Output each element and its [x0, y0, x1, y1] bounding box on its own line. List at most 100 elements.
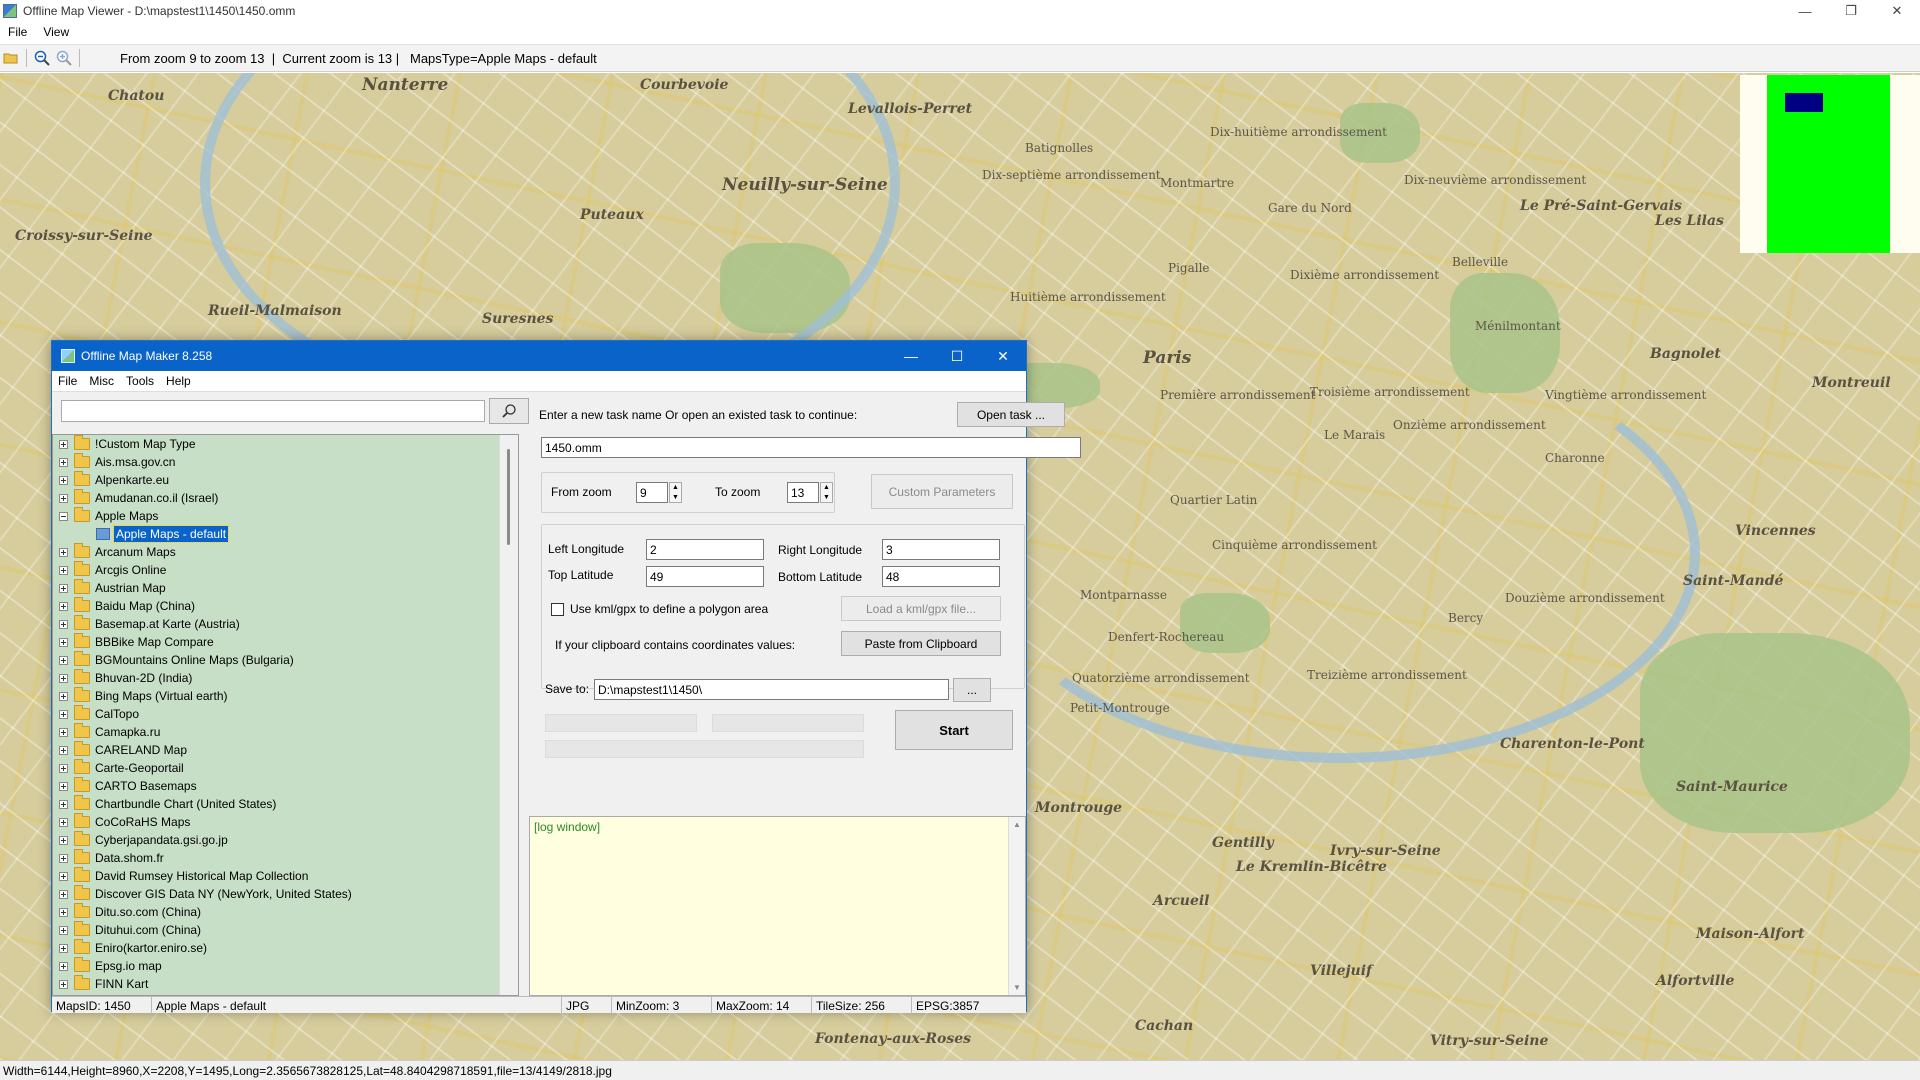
dialog-menu-tools[interactable]: Tools [120, 374, 160, 388]
expand-icon[interactable] [59, 547, 68, 557]
from-zoom-stepper[interactable]: ▲ ▼ [669, 482, 682, 503]
tree-item[interactable]: Bhuvan-2D (India) [53, 669, 518, 687]
tree-item[interactable]: Eniro(kartor.eniro.se) [53, 939, 518, 957]
log-window[interactable]: [log window] ▲ ▼ [529, 816, 1026, 996]
expand-icon[interactable] [59, 673, 68, 683]
open-folder-button[interactable] [0, 47, 22, 69]
expand-icon[interactable] [59, 745, 68, 755]
tree-item[interactable]: CARELAND Map [53, 741, 518, 759]
tree-item[interactable]: CoCoRaHS Maps [53, 813, 518, 831]
tree-item[interactable]: Ditu.so.com (China) [53, 903, 518, 921]
expand-icon[interactable] [59, 799, 68, 809]
expand-icon[interactable] [59, 655, 68, 665]
expand-icon[interactable] [59, 889, 68, 899]
expand-icon[interactable] [59, 727, 68, 737]
expand-icon[interactable] [59, 583, 68, 593]
dialog-menu-misc[interactable]: Misc [83, 374, 120, 388]
left-longitude-input[interactable] [646, 539, 764, 560]
tree-item[interactable]: Carte-Geoportail [53, 759, 518, 777]
tree-item[interactable]: Data.shom.fr [53, 849, 518, 867]
expand-icon[interactable] [59, 781, 68, 791]
tree-item[interactable]: FINN Kart [53, 975, 518, 993]
tree-item[interactable]: David Rumsey Historical Map Collection [53, 867, 518, 885]
menu-file[interactable]: File [0, 25, 35, 39]
log-scrollbar[interactable]: ▲ ▼ [1008, 817, 1025, 995]
tree-item[interactable]: Camapka.ru [53, 723, 518, 741]
overview-minimap[interactable] [1740, 75, 1920, 253]
minimap-viewport[interactable] [1785, 93, 1823, 112]
tree-item[interactable]: Austrian Map [53, 579, 518, 597]
scroll-down-icon[interactable]: ▼ [1013, 983, 1021, 992]
tree-scroll-thumb[interactable] [507, 449, 510, 545]
expand-icon[interactable] [59, 619, 68, 629]
dialog-menu-help[interactable]: Help [160, 374, 197, 388]
tree-item[interactable]: !Custom Map Type [53, 435, 518, 453]
map-search-button[interactable] [489, 398, 529, 424]
map-search-input[interactable] [61, 400, 485, 422]
tree-scrollbar[interactable] [499, 435, 518, 995]
collapse-icon[interactable] [59, 511, 68, 521]
task-name-input[interactable] [541, 437, 1081, 458]
tree-item[interactable]: BGMountains Online Maps (Bulgaria) [53, 651, 518, 669]
zoom-in-button[interactable] [53, 47, 75, 69]
expand-icon[interactable] [59, 457, 68, 467]
expand-icon[interactable] [59, 763, 68, 773]
scroll-up-icon[interactable]: ▲ [1013, 820, 1021, 829]
tree-item[interactable]: Amudanan.co.il (Israel) [53, 489, 518, 507]
tree-item[interactable]: Apple Maps - default [53, 525, 518, 543]
dialog-close-button[interactable]: ✕ [980, 341, 1026, 371]
tree-item[interactable]: Bing Maps (Virtual earth) [53, 687, 518, 705]
open-task-button[interactable]: Open task ... [957, 402, 1065, 427]
tree-item[interactable]: Baidu Map (China) [53, 597, 518, 615]
expand-icon[interactable] [59, 907, 68, 917]
expand-icon[interactable] [59, 925, 68, 935]
expand-icon[interactable] [59, 835, 68, 845]
to-zoom-input[interactable] [787, 482, 819, 503]
load-kml-button[interactable]: Load a kml/gpx file... [841, 596, 1001, 621]
expand-icon[interactable] [59, 943, 68, 953]
maximize-button[interactable]: ❐ [1828, 0, 1874, 22]
to-zoom-stepper[interactable]: ▲ ▼ [820, 482, 833, 503]
tree-item[interactable]: Chartbundle Chart (United States) [53, 795, 518, 813]
expand-icon[interactable] [59, 439, 68, 449]
expand-icon[interactable] [59, 961, 68, 971]
minimize-button[interactable]: — [1782, 0, 1828, 22]
from-zoom-input[interactable] [636, 482, 668, 503]
dialog-maximize-button[interactable]: ☐ [934, 341, 980, 371]
tree-item[interactable]: Arcgis Online [53, 561, 518, 579]
custom-parameters-button[interactable]: Custom Parameters [871, 474, 1013, 509]
expand-icon[interactable] [59, 871, 68, 881]
tree-item[interactable]: CalTopo [53, 705, 518, 723]
tree-item[interactable]: BBBike Map Compare [53, 633, 518, 651]
tree-item[interactable]: Apple Maps [53, 507, 518, 525]
tree-item[interactable]: Basemap.at Karte (Austria) [53, 615, 518, 633]
bottom-latitude-input[interactable] [882, 566, 1000, 587]
tree-item[interactable]: Epsg.io map [53, 957, 518, 975]
zoom-out-button[interactable] [31, 47, 53, 69]
tree-item[interactable]: Ais.msa.gov.cn [53, 453, 518, 471]
top-latitude-input[interactable] [646, 566, 764, 587]
menu-view[interactable]: View [35, 25, 77, 39]
expand-icon[interactable] [59, 475, 68, 485]
expand-icon[interactable] [59, 691, 68, 701]
tree-item[interactable]: Discover GIS Data NY (NewYork, United St… [53, 885, 518, 903]
tree-item[interactable]: CARTO Basemaps [53, 777, 518, 795]
start-button[interactable]: Start [895, 710, 1013, 750]
expand-icon[interactable] [59, 853, 68, 863]
expand-icon[interactable] [59, 709, 68, 719]
save-path-input[interactable] [594, 679, 949, 700]
tree-item[interactable]: Dituhui.com (China) [53, 921, 518, 939]
expand-icon[interactable] [59, 817, 68, 827]
dialog-minimize-button[interactable]: — [888, 341, 934, 371]
kml-polygon-checkbox[interactable] [551, 603, 564, 616]
tree-item[interactable]: Alpenkarte.eu [53, 471, 518, 489]
expand-icon[interactable] [59, 637, 68, 647]
expand-icon[interactable] [59, 493, 68, 503]
tree-item[interactable]: Cyberjapandata.gsi.go.jp [53, 831, 518, 849]
paste-clipboard-button[interactable]: Paste from Clipboard [841, 631, 1001, 656]
dialog-menu-file[interactable]: File [52, 374, 83, 388]
expand-icon[interactable] [59, 601, 68, 611]
browse-button[interactable]: ... [953, 678, 991, 702]
tree-item[interactable]: Arcanum Maps [53, 543, 518, 561]
map-type-tree[interactable]: !Custom Map Type Ais.msa.gov.cn Alpenkarte… [52, 434, 519, 996]
